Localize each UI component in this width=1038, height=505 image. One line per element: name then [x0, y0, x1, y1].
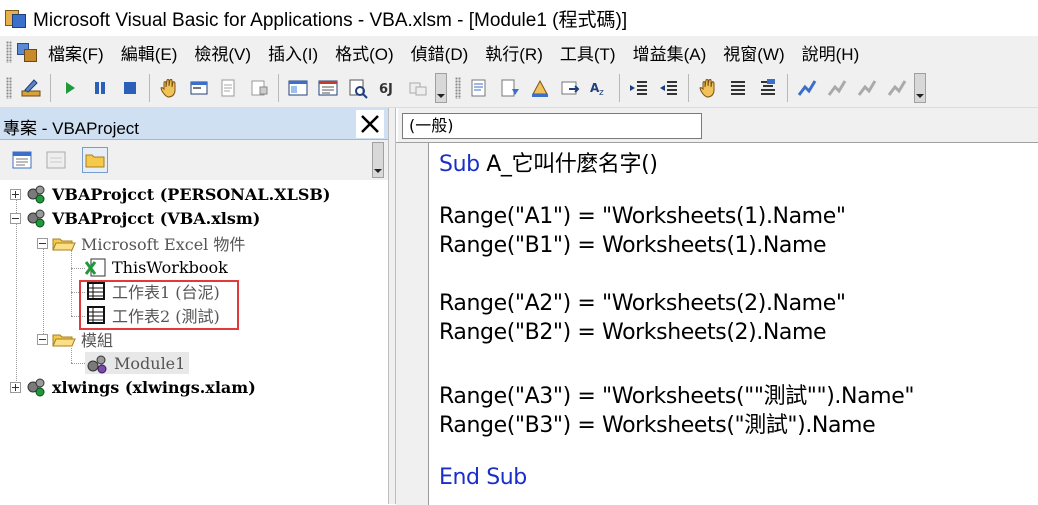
excel-window-icon[interactable]: [16, 41, 38, 63]
toggle-breakpoint-icon[interactable]: [697, 77, 719, 99]
immediate-window-icon[interactable]: 6J: [377, 77, 399, 99]
clear-bookmarks-icon[interactable]: [886, 77, 908, 99]
menu-debug[interactable]: 偵錯(D): [411, 40, 469, 65]
project-explorer-title: 專案 - VBAProject: [3, 119, 140, 138]
code-line-5: Range("B2") = Worksheets(2).Name: [439, 320, 827, 345]
menu-insert[interactable]: 插入(I): [268, 40, 318, 65]
window-title: Microsoft Visual Basic for Applications …: [33, 9, 628, 31]
menu-edit[interactable]: 編輯(E): [121, 40, 178, 65]
menu-addins[interactable]: 增益集(A): [633, 40, 707, 65]
standard-toolbar: 6J Az: [0, 68, 1038, 108]
complete-word-icon[interactable]: Az: [589, 77, 611, 99]
tree-node-vba[interactable]: VBAProjcct (VBA.xlsm): [10, 207, 260, 229]
object-browser-icon[interactable]: [347, 77, 369, 99]
menu-grip[interactable]: [6, 41, 12, 63]
code-line-1: Sub A_它叫什麼名字(): [439, 152, 658, 177]
annotation-highlight-box: [79, 280, 239, 330]
code-line-4: Range("A2") = "Worksheets(2).Name": [439, 291, 846, 316]
previous-bookmark-icon[interactable]: [856, 77, 878, 99]
object-dropdown[interactable]: (一般): [402, 113, 702, 139]
pause-icon[interactable]: [89, 77, 111, 99]
vba-app-icon: [5, 7, 27, 29]
svg-text:z: z: [599, 88, 604, 98]
tree-node-module1[interactable]: Module1: [85, 352, 190, 374]
menu-view[interactable]: 檢視(V): [194, 40, 251, 65]
menu-window[interactable]: 視窗(W): [723, 40, 784, 65]
title-bar: Microsoft Visual Basic for Applications …: [0, 0, 1038, 36]
menu-bar: 檔案(F) 編輯(E) 檢視(V) 插入(I) 格式(O) 偵錯(D) 執行(R…: [0, 36, 1038, 68]
quick-info-icon[interactable]: [529, 77, 551, 99]
list-constants-icon[interactable]: [499, 77, 521, 99]
tree-node-personal[interactable]: VBAProjcct (PERSONAL.XLSB): [10, 183, 330, 205]
tree-node-this-workbook[interactable]: ThisWorkbook: [85, 256, 228, 278]
view-code-button[interactable]: [9, 147, 35, 173]
tree-node-modules[interactable]: 模組: [37, 328, 113, 350]
collapse-toggle[interactable]: [37, 333, 48, 345]
project-explorer-icon[interactable]: [287, 77, 309, 99]
hand-icon[interactable]: [158, 77, 180, 99]
user-form-icon[interactable]: [188, 77, 210, 99]
vba-project-icon: [27, 185, 45, 204]
toggle-folders-button[interactable]: [82, 147, 108, 173]
code-line-8: End Sub: [439, 465, 527, 490]
menu-format[interactable]: 格式(O): [335, 40, 394, 65]
properties-window-icon[interactable]: [317, 77, 339, 99]
collapse-toggle[interactable]: [10, 212, 21, 224]
toolbox-icon[interactable]: [407, 77, 429, 99]
code-editor[interactable]: Sub A_它叫什麼名字() Range("A1") = "Worksheets…: [396, 142, 1038, 505]
close-icon[interactable]: [356, 110, 384, 138]
comment-block-icon[interactable]: [727, 77, 749, 99]
toolbar-overflow-button[interactable]: [435, 72, 447, 103]
module-icon[interactable]: [218, 77, 240, 99]
project-explorer-toolbar: [0, 140, 390, 180]
code-line-7: Range("B3") = Worksheets("測試").Name: [439, 413, 876, 438]
code-line-2: Range("A1") = "Worksheets(1).Name": [439, 204, 846, 229]
expand-toggle[interactable]: [10, 381, 21, 393]
toggle-bookmark-icon[interactable]: [796, 77, 818, 99]
class-module-icon[interactable]: [248, 77, 270, 99]
project-explorer-header: 專案 - VBAProject: [0, 108, 390, 140]
list-properties-icon[interactable]: [469, 77, 491, 99]
open-folder-icon: [52, 238, 76, 251]
run-icon[interactable]: [59, 77, 81, 99]
code-line-3: Range("B1") = Worksheets(1).Name: [439, 233, 827, 258]
edit-toolbar-grip[interactable]: [455, 76, 461, 99]
module-icon: [87, 355, 107, 374]
menu-help[interactable]: 說明(H): [802, 40, 860, 65]
vba-project-icon: [27, 378, 45, 397]
parameter-info-icon[interactable]: [559, 77, 581, 99]
view-code-icon: [12, 151, 32, 169]
view-object-button[interactable]: [43, 147, 69, 173]
uncomment-block-icon[interactable]: [757, 77, 779, 99]
indent-icon[interactable]: [628, 77, 650, 99]
menu-file[interactable]: 檔案(F): [48, 40, 104, 65]
next-bookmark-icon[interactable]: [826, 77, 848, 99]
tree-node-excel-objects[interactable]: Microsoft Excel 物件: [37, 232, 245, 254]
expand-toggle[interactable]: [10, 188, 21, 200]
pane-splitter[interactable]: [388, 108, 396, 504]
menu-run[interactable]: 執行(R): [485, 40, 543, 65]
vba-project-icon: [27, 209, 45, 228]
project-tree: VBAProjcct (PERSONAL.XLSB) VBAProjcct (V…: [0, 180, 390, 504]
outdent-icon[interactable]: [658, 77, 680, 99]
design-mode-icon[interactable]: [20, 77, 42, 99]
code-margin[interactable]: [396, 143, 429, 505]
project-toolbar-overflow-button[interactable]: [372, 142, 384, 178]
open-folder-icon: [52, 334, 76, 347]
collapse-toggle[interactable]: [37, 237, 48, 249]
code-window-combobar: (一般): [398, 108, 1038, 142]
code-line-6: Range("A3") = "Worksheets(""測試"").Name": [439, 384, 915, 409]
workbook-icon: [85, 258, 106, 277]
toolbar-grip[interactable]: [6, 76, 12, 99]
menu-tools[interactable]: 工具(T): [560, 40, 616, 65]
edit-toolbar-overflow-button[interactable]: [914, 72, 926, 103]
folder-icon: [85, 154, 105, 168]
stop-icon[interactable]: [119, 77, 141, 99]
svg-text:6J: 6J: [379, 82, 393, 97]
tree-node-xlwings[interactable]: xlwings (xlwings.xlam): [10, 376, 256, 398]
view-object-icon: [46, 151, 66, 169]
